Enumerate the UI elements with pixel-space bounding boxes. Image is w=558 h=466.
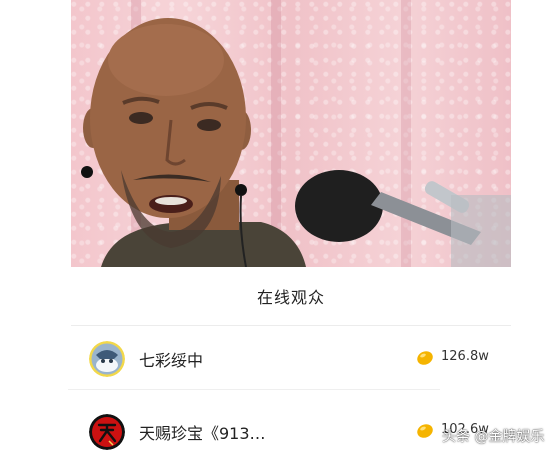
source-watermark: 头条 @金牌娱乐 <box>442 429 545 445</box>
streamer-right-eye <box>197 119 221 131</box>
gold-coin-icon <box>417 349 433 365</box>
viewer-name: 七彩绥中 <box>139 351 204 370</box>
right-margin <box>511 0 558 458</box>
streamer-scene <box>81 18 511 267</box>
streamer-scalp-highlight <box>108 24 224 96</box>
row-divider <box>68 389 440 390</box>
viewer-contribution: 126.8w <box>441 349 489 364</box>
viewer-row[interactable]: 七彩绥中 126.8w <box>71 333 511 393</box>
viewer-name: 天赐珍宝《913… <box>139 424 266 443</box>
microphone-head <box>295 170 383 242</box>
mic-stand <box>451 195 511 267</box>
earphone-left <box>81 166 93 178</box>
gold-coin-icon <box>417 422 433 438</box>
live-video[interactable] <box>71 0 511 267</box>
panel-title: 在线观众 <box>256 288 325 307</box>
left-margin <box>0 0 71 458</box>
title-divider <box>71 325 511 326</box>
viewer-avatar[interactable] <box>89 341 125 377</box>
streamer-left-eye <box>129 112 153 124</box>
earphone-right <box>235 184 247 196</box>
viewer-avatar[interactable] <box>89 414 125 450</box>
